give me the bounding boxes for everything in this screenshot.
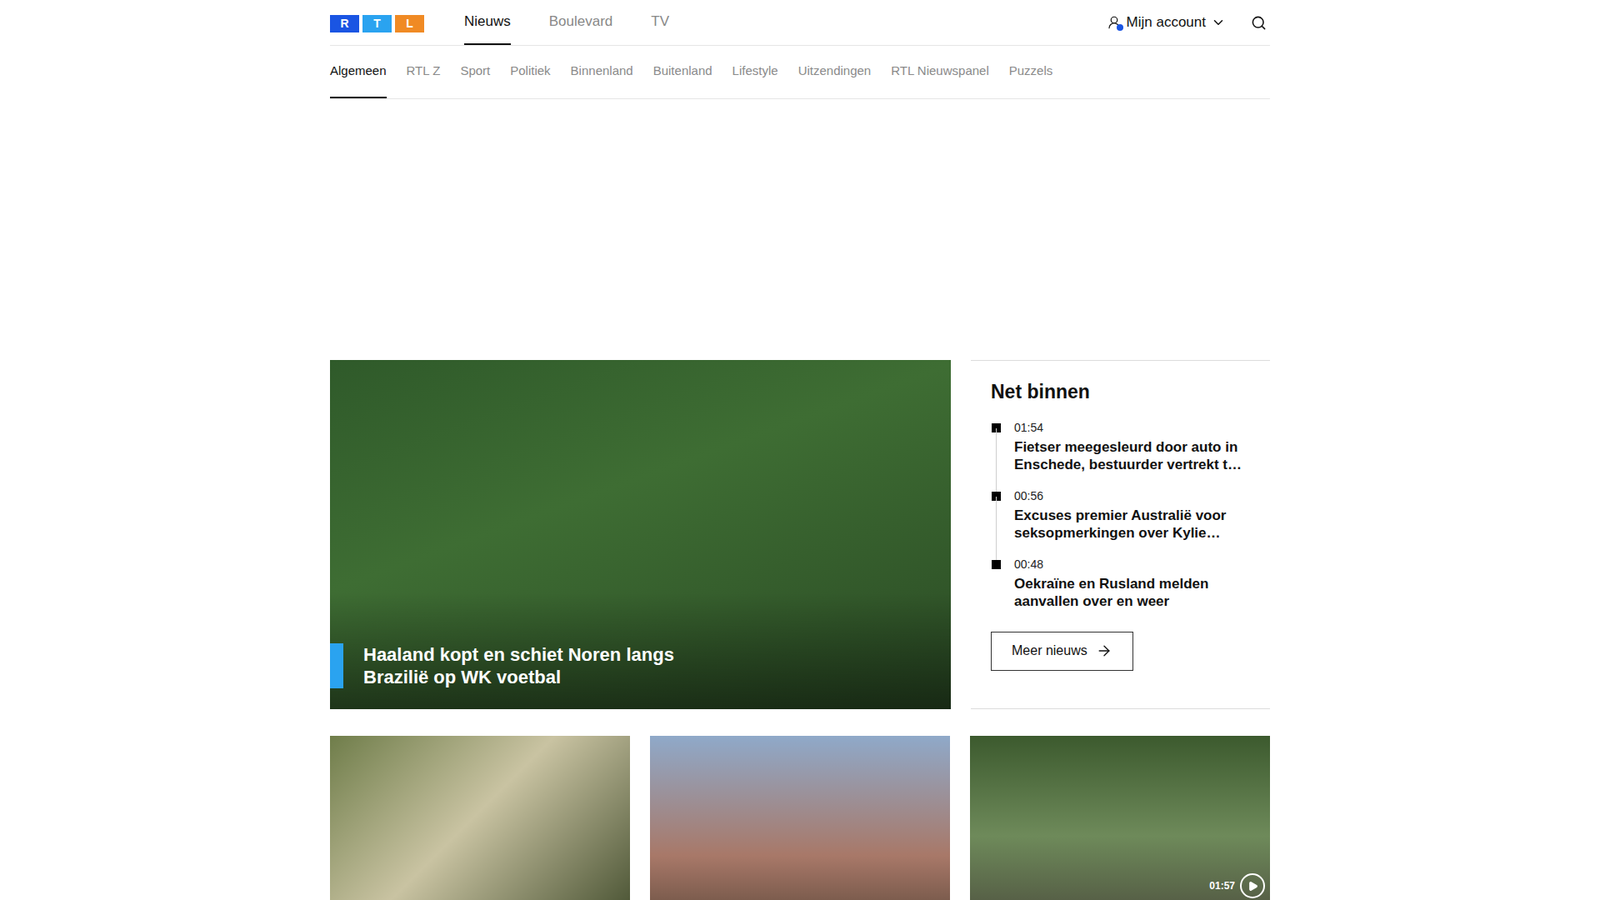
logo[interactable]: RTL bbox=[330, 15, 425, 33]
container: RTLNieuwsBoulevardTVMijn accountAlgemeen… bbox=[330, 0, 1270, 900]
sub-nav-item[interactable]: RTL Z bbox=[406, 45, 441, 99]
logo-letter: R bbox=[330, 15, 360, 33]
news-headline: Fietser meegesleurd door auto in Ensched… bbox=[1014, 438, 1250, 474]
video-badge: 01:57 bbox=[1209, 873, 1265, 899]
main-nav-item[interactable]: Nieuws bbox=[464, 0, 511, 45]
main-nav: Nieuws Boulevard TV bbox=[464, 0, 670, 45]
sub-nav-item[interactable]: Sport bbox=[460, 45, 490, 99]
sub-nav: Algemeen RTL Z Sport Politiek Binnenland Buit… bbox=[330, 45, 1270, 100]
top-nav: RTL Nieuws Boulevard TV Mijn account bbox=[330, 0, 1270, 46]
news-item[interactable]: 00:56 Excuses premier Australië voor seks… bbox=[990, 488, 1250, 557]
sub-nav-item[interactable]: Politiek bbox=[510, 45, 550, 99]
logo-letter: L bbox=[395, 15, 425, 33]
main-nav-item[interactable]: Boulevard bbox=[549, 0, 614, 45]
sub-nav-item[interactable]: RTL Nieuwspanel bbox=[890, 45, 990, 99]
sub-nav-item[interactable]: Binnenland bbox=[570, 45, 634, 99]
net-binnen-panel: Net binnen 01:54 Fietser meegesleurd door … bbox=[970, 360, 1270, 710]
play-icon bbox=[1240, 873, 1265, 899]
sub-nav-item[interactable]: Lifestyle bbox=[732, 45, 779, 99]
sub-nav-item[interactable]: Algemeen bbox=[330, 45, 387, 99]
sub-nav-item[interactable]: Buitenland bbox=[653, 45, 713, 99]
account-menu[interactable]: Mijn account bbox=[1106, 0, 1226, 45]
net-binnen-title: Net binnen bbox=[990, 377, 1250, 407]
more-news-button[interactable]: Meer nieuws bbox=[990, 631, 1134, 671]
search-button[interactable] bbox=[1250, 0, 1270, 45]
article-card[interactable] bbox=[650, 735, 950, 900]
news-list: 01:54 Fietser meegesleurd door auto in En… bbox=[990, 420, 1250, 625]
article-card[interactable] bbox=[330, 735, 630, 900]
chevron-down-icon bbox=[1210, 15, 1226, 30]
main-nav-item[interactable]: TV bbox=[650, 0, 670, 45]
ad-space bbox=[330, 99, 1270, 360]
news-time: 00:56 bbox=[1014, 488, 1250, 504]
sub-nav-item[interactable]: Puzzels bbox=[1009, 45, 1054, 99]
user-icon bbox=[1106, 15, 1122, 30]
hero-caption: Haaland kopt en schiet Noren langs Brazi… bbox=[330, 643, 722, 689]
article-card[interactable]: 01:57 bbox=[970, 735, 1270, 900]
sub-nav-item[interactable]: Uitzendingen bbox=[798, 45, 872, 99]
page: RTLNieuwsBoulevardTVMijn accountAlgemeen… bbox=[0, 0, 1600, 900]
news-headline: Oekraïne en Rusland melden aanvallen ove… bbox=[1014, 575, 1250, 610]
news-item[interactable]: 01:54 Fietser meegesleurd door auto in En… bbox=[990, 420, 1250, 489]
card-row: 01:57 bbox=[330, 735, 1270, 900]
hero-row: Haaland kopt en schiet Noren langs Brazi… bbox=[330, 360, 1270, 710]
arrow-right-icon bbox=[1095, 642, 1113, 660]
hero-article[interactable]: Haaland kopt en schiet Noren langs Brazi… bbox=[330, 360, 951, 710]
news-time: 01:54 bbox=[1014, 420, 1250, 435]
logo-letter: T bbox=[362, 15, 392, 33]
hero-title: Haaland kopt en schiet Noren langs Brazi… bbox=[363, 643, 722, 689]
news-headline: Excuses premier Australië voor seksopmer… bbox=[1014, 506, 1250, 542]
news-item[interactable]: 00:48 Oekraïne en Rusland melden aanvalle… bbox=[990, 556, 1250, 625]
news-time: 00:48 bbox=[1014, 556, 1250, 572]
search-icon bbox=[1250, 15, 1267, 31]
